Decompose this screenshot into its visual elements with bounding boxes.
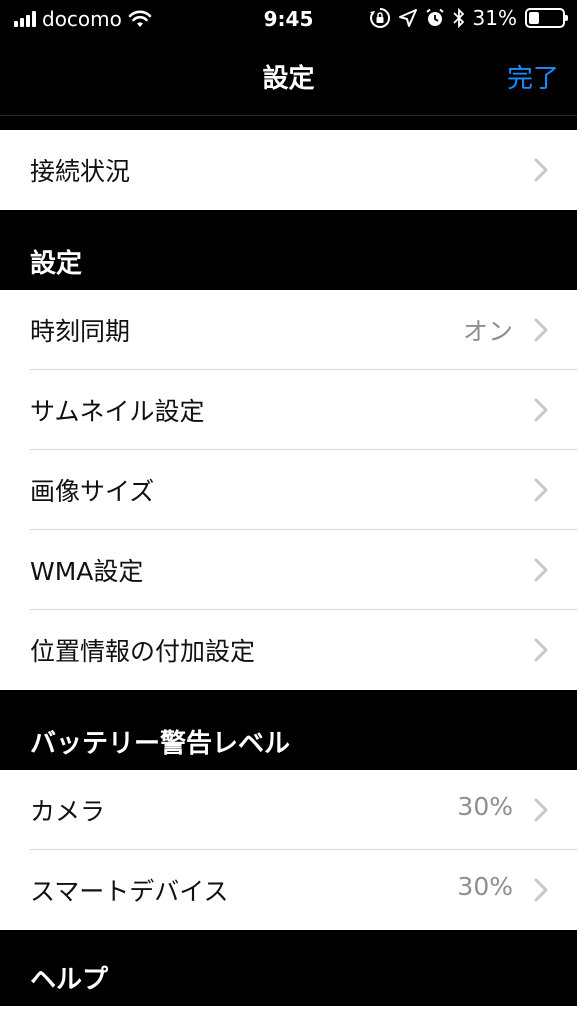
page-title: 設定: [262, 64, 315, 94]
row-time-sync[interactable]: 時刻同期 オン: [0, 290, 577, 370]
section-spacer: [0, 117, 577, 130]
row-image-size[interactable]: 画像サイズ: [0, 450, 577, 530]
row-wma-settings[interactable]: WMA設定: [0, 530, 577, 610]
nav-bar: 設定 完了: [0, 40, 577, 116]
row-value: 30%: [457, 792, 513, 821]
row-label: 接続状況: [30, 157, 131, 186]
row-location-info[interactable]: 位置情報の付加設定: [0, 610, 577, 690]
row-label: 画像サイズ: [30, 477, 155, 506]
chevron-right-icon: [534, 878, 548, 902]
row-help-partial[interactable]: [0, 1006, 577, 1024]
section-header-label: バッテリー警告レベル: [30, 729, 291, 759]
row-camera[interactable]: カメラ 30%: [0, 770, 577, 850]
chevron-right-icon: [534, 558, 548, 582]
row-value: 30%: [457, 872, 513, 901]
battery-percent: 31%: [472, 6, 517, 30]
chevron-right-icon: [534, 398, 548, 422]
location-arrow-icon: [398, 9, 417, 27]
bluetooth-icon: [452, 8, 464, 28]
status-right-group: 31%: [369, 6, 568, 30]
battery-fill: [529, 12, 539, 24]
section-header-battery-warning: バッテリー警告レベル: [0, 690, 577, 770]
chevron-right-icon: [534, 638, 548, 662]
row-thumbnail-settings[interactable]: サムネイル設定: [0, 370, 577, 450]
section-header-settings: 設定: [0, 210, 577, 290]
section-header-help: ヘルプ: [0, 930, 577, 1006]
battery-icon: [525, 8, 568, 28]
row-label: 時刻同期: [30, 317, 131, 346]
section-header-label: 設定: [30, 249, 83, 279]
row-label: WMA設定: [30, 557, 144, 586]
row-label: スマートデバイス: [30, 877, 229, 906]
orientation-lock-icon: [369, 7, 390, 28]
alarm-icon: [425, 8, 444, 26]
chevron-right-icon: [534, 318, 548, 342]
section-header-label: ヘルプ: [30, 965, 109, 995]
chevron-right-icon: [534, 158, 548, 182]
row-label: サムネイル設定: [30, 397, 205, 426]
chevron-right-icon: [534, 798, 548, 822]
row-value: オン: [462, 317, 513, 346]
row-connection-status[interactable]: 接続状況: [0, 130, 577, 210]
done-button[interactable]: 完了: [507, 58, 559, 95]
chevron-right-icon: [534, 478, 548, 502]
row-label: 位置情報の付加設定: [30, 637, 256, 666]
status-bar: docomo 9:45 31%: [0, 0, 577, 40]
row-smart-device[interactable]: スマートデバイス 30%: [0, 850, 577, 930]
row-label: カメラ: [30, 797, 106, 826]
